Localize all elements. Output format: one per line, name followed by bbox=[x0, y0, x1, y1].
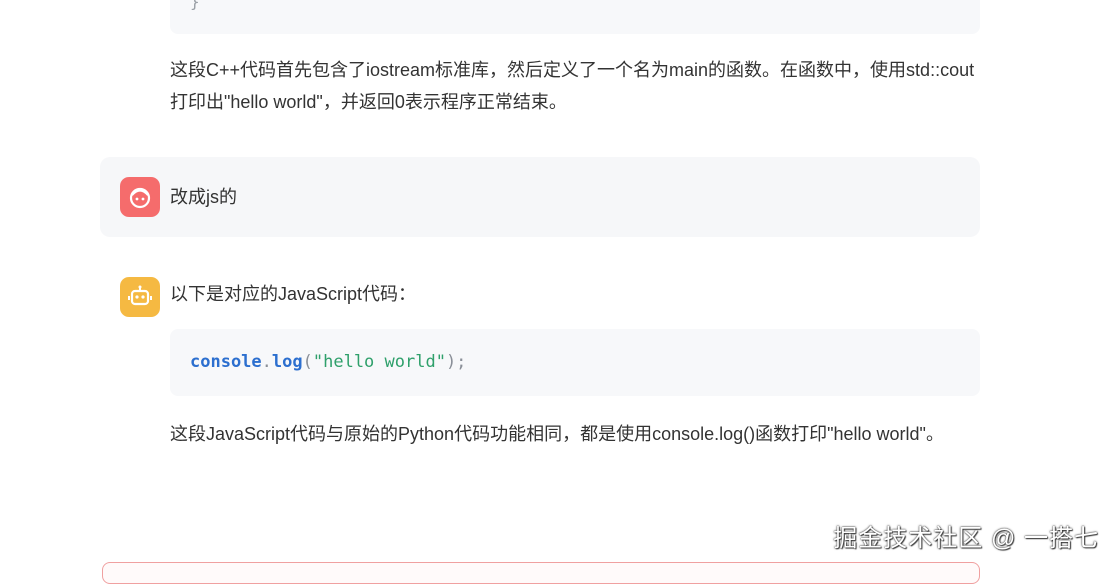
next-message-input-edge bbox=[102, 562, 980, 584]
code-closing-brace: } bbox=[190, 0, 200, 11]
code-token-open-paren: ( bbox=[302, 352, 313, 372]
bot-explanation: 这段JavaScript代码与原始的Python代码功能相同，都是使用conso… bbox=[170, 424, 944, 444]
code-token-dot: . bbox=[261, 352, 272, 372]
user-message-text: 改成js的 bbox=[170, 187, 237, 207]
previous-explanation: 这段C++代码首先包含了iostream标准库，然后定义了一个名为main的函数… bbox=[170, 60, 975, 112]
code-token-close: ); bbox=[445, 352, 467, 372]
robot-icon bbox=[128, 285, 152, 306]
bot-intro-text: 以下是对应的JavaScript代码： bbox=[170, 284, 417, 304]
code-token-object: console bbox=[190, 352, 262, 372]
code-line: console.log("hello world"); bbox=[190, 350, 466, 374]
user-message: 改成js的 bbox=[100, 157, 980, 237]
bot-avatar bbox=[120, 277, 160, 317]
previous-code-block: } bbox=[170, 0, 980, 34]
code-token-string: "hello world" bbox=[312, 352, 446, 372]
js-code-block: console.log("hello world"); bbox=[170, 329, 980, 396]
user-avatar bbox=[120, 177, 160, 217]
code-token-method: log bbox=[271, 352, 303, 372]
watermark: 掘金技术社区 @ 一搭七 bbox=[833, 525, 1099, 552]
user-face-icon bbox=[129, 187, 151, 209]
